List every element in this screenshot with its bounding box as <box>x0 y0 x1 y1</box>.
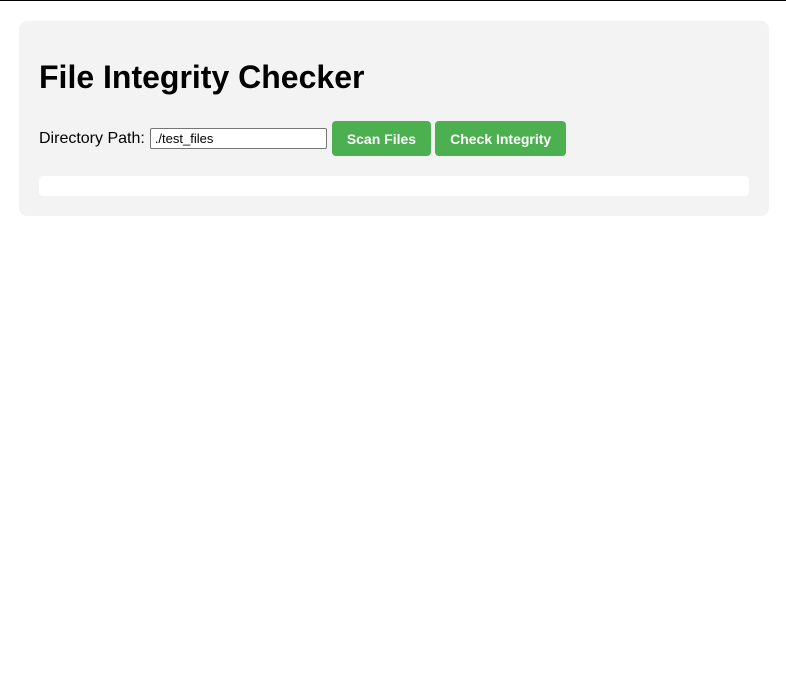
page-title: File Integrity Checker <box>39 59 365 95</box>
controls-row: Directory Path: Scan Files Check Integri… <box>39 121 570 156</box>
directory-path-input[interactable] <box>149 128 327 149</box>
scan-files-button[interactable]: Scan Files <box>331 121 432 156</box>
check-integrity-button[interactable]: Check Integrity <box>435 121 567 156</box>
checker-panel: File Integrity Checker Directory Path: S… <box>19 21 769 216</box>
top-divider <box>0 0 786 1</box>
directory-path-label: Directory Path: <box>39 129 145 147</box>
results-area <box>39 176 749 196</box>
